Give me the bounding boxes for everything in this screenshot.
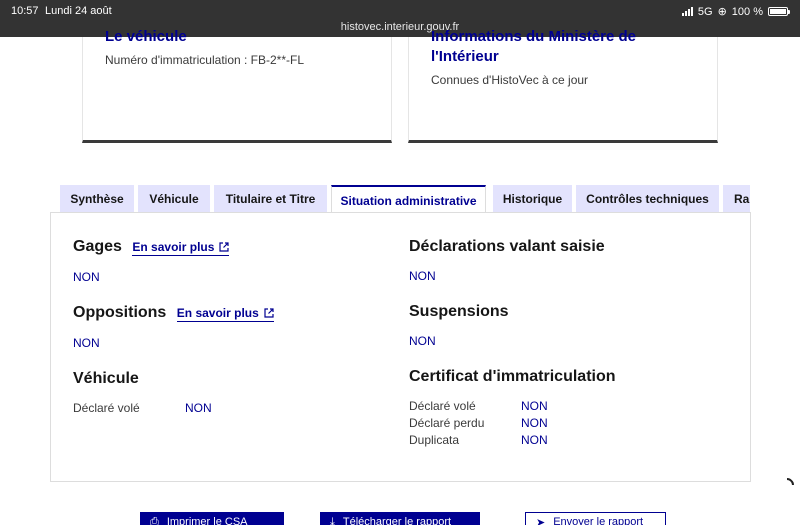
gages-more-link[interactable]: En savoir plus [132,240,230,256]
suspensions-value: NON [409,334,436,348]
oppositions-more-link-label: En savoir plus [176,306,259,320]
orientation-lock-icon: ⊕ [717,6,727,18]
oppositions-value: NON [73,336,100,350]
declarations-title: Déclarations valant saisie [409,238,605,255]
gages-title: Gages [73,238,122,255]
tab-situation-administrative[interactable]: Situation administrative [331,185,486,213]
vehicule-vole-label: Déclaré volé [73,401,140,415]
tab-list: Synthèse Véhicule Titulaire et Titre Sit… [60,185,750,213]
external-link-icon [219,242,230,252]
download-report-label: Télécharger le rapport [342,516,452,525]
certificat-title: Certificat d'immatriculation [409,368,616,385]
battery-label: 100 % [731,5,763,18]
send-icon: ➤ [536,516,546,525]
certificat-perdu-label: Déclaré perdu [409,416,485,430]
oppositions-more-link[interactable]: En savoir plus [176,306,274,322]
status-time: 10:57 [11,5,39,17]
print-icon: ⎙ [150,515,159,525]
certificat-vole-value: NON [521,399,548,413]
tab-titulaire-et-titre[interactable]: Titulaire et Titre [214,185,327,213]
vehicle-card-title: Le véhicule [105,28,187,45]
tab-synthese[interactable]: Synthèse [60,185,134,213]
vehicule-title: Véhicule [73,370,139,387]
oppositions-section: Oppositions En savoir plus [73,304,274,322]
certificat-vole-label: Déclaré volé [409,399,476,413]
download-report-button[interactable]: ⤓ Télécharger le rapport [320,512,480,525]
vehicle-card: Le véhicule Numéro d'immatriculation : F… [82,28,392,143]
gages-section: Gages En savoir plus [73,238,230,256]
send-report-label: Envoyer le rapport [553,516,644,525]
ministry-card-title: Informations du Ministère de l'Intérieur [431,28,637,65]
ministry-card-text: Connues d'HistoVec à ce jour [431,73,589,87]
vehicule-vole-value: NON [185,401,212,415]
download-icon: ⤓ [330,515,335,525]
status-indicators: 5G ⊕ 100 % [681,5,790,18]
declarations-value: NON [409,269,436,283]
situation-administrative-panel: Gages En savoir plus NON Oppositions En … [50,212,751,482]
network-label: 5G [697,5,713,18]
oppositions-title: Oppositions [73,304,167,321]
external-link-icon [264,308,274,318]
gages-value: NON [73,270,100,284]
certificat-duplicata-label: Duplicata [409,433,460,447]
certificat-perdu-value: NON [521,416,548,430]
vehicle-card-text: Numéro d'immatriculation : FB-2**-FL [105,53,305,67]
signal-icon [681,7,693,16]
print-csa-button[interactable]: ⎙ Imprimer le CSA [140,512,284,525]
battery-icon [768,7,790,16]
certificat-duplicata-value: NON [521,433,548,447]
suspensions-title: Suspensions [409,303,509,320]
ministry-card: Informations du Ministère de l'Intérieur… [408,28,718,143]
tab-historique[interactable]: Historique [493,185,572,213]
tab-vehicule[interactable]: Véhicule [138,185,210,213]
loading-spinner-icon [777,475,797,495]
status-date: Lundi 24 août [45,5,112,17]
gages-more-link-label: En savoir plus [132,240,215,254]
tab-rapport[interactable]: Rap [723,185,750,213]
print-csa-label: Imprimer le CSA [166,516,248,525]
tab-controles-techniques[interactable]: Contrôles techniques [576,185,719,213]
send-report-button[interactable]: ➤ Envoyer le rapport [525,512,666,525]
